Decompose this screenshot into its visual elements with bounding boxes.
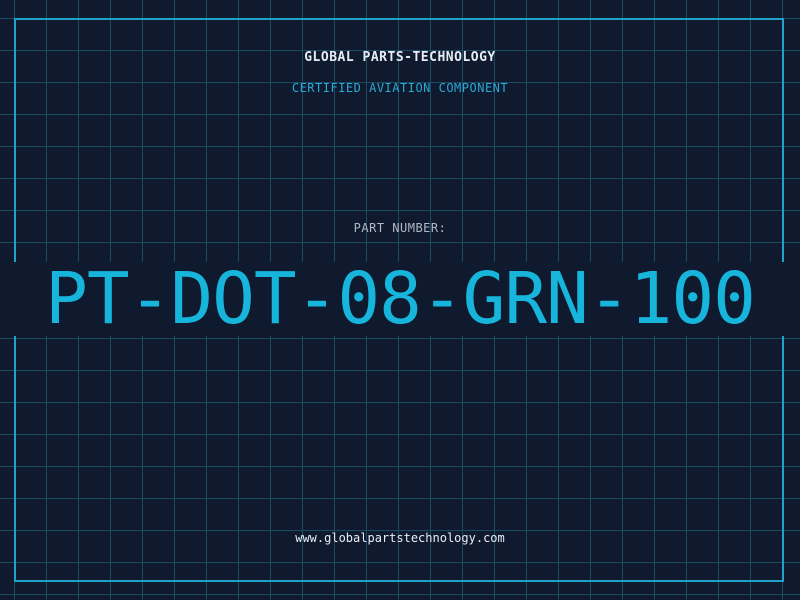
part-label-card: GLOBAL PARTS-TECHNOLOGY CERTIFIED AVIATI… bbox=[0, 0, 800, 600]
certification-tagline: CERTIFIED AVIATION COMPONENT bbox=[291, 81, 509, 95]
part-number-label: PART NUMBER: bbox=[353, 221, 447, 235]
website-url: www.globalpartstechnology.com bbox=[295, 531, 505, 545]
part-number-value: PT-DOT-08-GRN-100 bbox=[45, 257, 756, 340]
company-name: GLOBAL PARTS-TECHNOLOGY bbox=[304, 50, 496, 65]
